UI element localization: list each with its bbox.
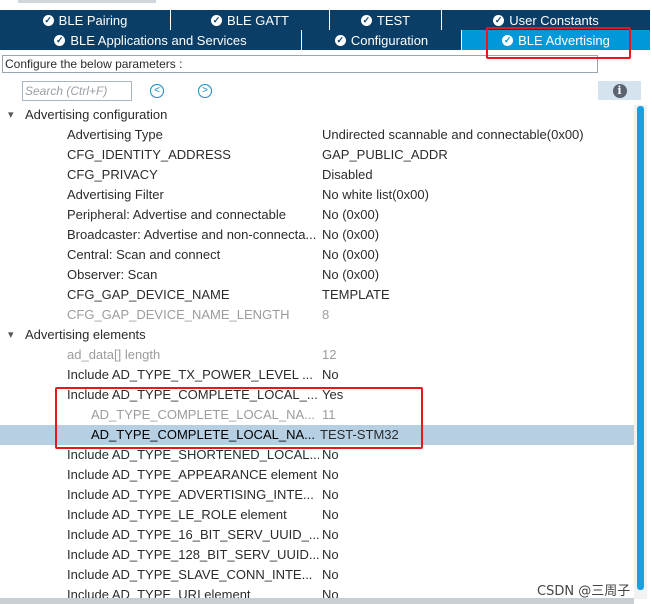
- tab-label: User Constants: [509, 12, 599, 28]
- tab-configuration[interactable]: ✓ Configuration: [302, 30, 462, 50]
- param-label: Advertising Type: [67, 127, 163, 142]
- search-input[interactable]: [22, 81, 132, 101]
- param-value[interactable]: No (0x00): [322, 245, 379, 265]
- tab-label: BLE GATT: [227, 12, 289, 28]
- parameter-tree: ▾ Advertising configuration Advertising …: [0, 105, 634, 599]
- param-label: Broadcaster: Advertise and non-connecta.…: [67, 227, 317, 242]
- highlight-box-local-name: [55, 387, 423, 449]
- param-value[interactable]: No (0x00): [322, 205, 379, 225]
- param-label: CFG_IDENTITY_ADDRESS: [67, 147, 231, 162]
- param-row[interactable]: Include AD_TYPE_16_BIT_SERV_UUID_... No: [0, 525, 634, 545]
- param-row: CFG_GAP_DEVICE_NAME_LENGTH 8: [0, 305, 634, 325]
- param-label: Include AD_TYPE_LE_ROLE element: [67, 507, 287, 522]
- watermark: CSDN @三周子: [537, 584, 631, 599]
- param-row[interactable]: Peripheral: Advertise and connectable No…: [0, 205, 634, 225]
- tab-label: BLE Pairing: [58, 12, 128, 28]
- param-label: Include AD_TYPE_TX_POWER_LEVEL ...: [67, 367, 313, 382]
- check-circle-icon: ✓: [211, 14, 223, 26]
- tab-ble-pairing[interactable]: ✓ BLE Pairing: [0, 10, 171, 30]
- param-value[interactable]: No: [322, 365, 339, 385]
- param-label: Include AD_TYPE_128_BIT_SERV_UUID...: [67, 547, 319, 562]
- param-value[interactable]: No: [322, 565, 339, 585]
- param-value: 12: [322, 347, 337, 362]
- param-row[interactable]: Advertising Filter No white list(0x00): [0, 185, 634, 205]
- param-label: Advertising Filter: [67, 187, 164, 202]
- param-row[interactable]: Include AD_TYPE_TX_POWER_LEVEL ... No: [0, 365, 634, 385]
- vertical-scrollbar-thumb[interactable]: [637, 106, 644, 590]
- param-label: Include AD_TYPE_APPEARANCE element: [67, 467, 318, 482]
- param-row[interactable]: Include AD_TYPE_ADVERTISING_INTE... No: [0, 485, 634, 505]
- param-value[interactable]: No (0x00): [322, 265, 379, 285]
- info-icon: i: [612, 83, 627, 98]
- param-label: CFG_GAP_DEVICE_NAME_LENGTH: [67, 307, 290, 322]
- param-value[interactable]: No: [322, 465, 339, 485]
- chevron-left-circle-icon[interactable]: <: [150, 84, 164, 98]
- param-label: CFG_GAP_DEVICE_NAME: [67, 287, 230, 302]
- highlight-box-ble-advertising: [486, 27, 631, 59]
- param-label: CFG_PRIVACY: [67, 167, 158, 182]
- param-value[interactable]: Undirected scannable and connectable(0x0…: [322, 125, 584, 145]
- param-row[interactable]: Observer: Scan No (0x00): [0, 265, 634, 285]
- param-value[interactable]: No (0x00): [322, 225, 379, 245]
- param-value[interactable]: No white list(0x00): [322, 185, 429, 205]
- check-circle-icon: ✓: [493, 14, 505, 26]
- param-label: Include AD_TYPE_URI element: [67, 587, 251, 599]
- param-value[interactable]: No: [322, 525, 339, 545]
- param-row[interactable]: Include AD_TYPE_LE_ROLE element No: [0, 505, 634, 525]
- check-circle-icon: ✓: [42, 14, 54, 26]
- category-label: Advertising elements: [25, 327, 146, 342]
- param-row[interactable]: CFG_IDENTITY_ADDRESS GAP_PUBLIC_ADDR: [0, 145, 634, 165]
- param-row[interactable]: Include AD_TYPE_APPEARANCE element No: [0, 465, 634, 485]
- param-value[interactable]: No: [322, 505, 339, 525]
- param-row[interactable]: Central: Scan and connect No (0x00): [0, 245, 634, 265]
- tree-category-advertising-configuration[interactable]: ▾ Advertising configuration: [0, 105, 634, 125]
- param-label: ad_data[] length: [67, 347, 161, 362]
- param-label: Include AD_TYPE_16_BIT_SERV_UUID_...: [67, 527, 319, 542]
- param-row[interactable]: Include AD_TYPE_128_BIT_SERV_UUID... No: [0, 545, 634, 565]
- param-label: Include AD_TYPE_SLAVE_CONN_INTE...: [67, 567, 313, 582]
- param-row: ad_data[] length 12: [0, 345, 634, 365]
- chevron-down-icon[interactable]: ▾: [8, 325, 14, 345]
- check-circle-icon: ✓: [360, 14, 372, 26]
- param-label: Observer: Scan: [67, 267, 158, 282]
- param-value[interactable]: Disabled: [322, 165, 373, 185]
- param-value[interactable]: No: [322, 585, 339, 599]
- param-row[interactable]: CFG_PRIVACY Disabled: [0, 165, 634, 185]
- tab-label: Configuration: [350, 32, 429, 48]
- check-circle-icon: ✓: [54, 34, 66, 46]
- param-label: Central: Scan and connect: [67, 247, 221, 262]
- chevron-right-circle-icon[interactable]: >: [198, 84, 212, 98]
- tab-test[interactable]: ✓ TEST: [330, 10, 442, 30]
- tree-category-advertising-elements[interactable]: ▾ Advertising elements: [0, 325, 634, 345]
- chevron-down-icon[interactable]: ▾: [8, 105, 14, 125]
- param-value[interactable]: GAP_PUBLIC_ADDR: [322, 145, 448, 165]
- info-button[interactable]: i: [598, 81, 641, 100]
- check-circle-icon: ✓: [334, 34, 346, 46]
- tab-ble-gatt[interactable]: ✓ BLE GATT: [171, 10, 330, 30]
- param-row[interactable]: Broadcaster: Advertise and non-connecta.…: [0, 225, 634, 245]
- category-label: Advertising configuration: [25, 107, 168, 122]
- param-row[interactable]: Advertising Type Undirected scannable an…: [0, 125, 634, 145]
- param-label: Peripheral: Advertise and connectable: [67, 207, 286, 222]
- tab-label: BLE Applications and Services: [70, 32, 247, 48]
- param-value[interactable]: No: [322, 485, 339, 505]
- param-value: 8: [322, 307, 330, 322]
- param-row[interactable]: CFG_GAP_DEVICE_NAME TEMPLATE: [0, 285, 634, 305]
- param-value[interactable]: No: [322, 545, 339, 565]
- top-edge-piece: [18, 0, 156, 3]
- param-label: Include AD_TYPE_ADVERTISING_INTE...: [67, 487, 314, 502]
- tab-ble-applications-services[interactable]: ✓ BLE Applications and Services: [0, 30, 302, 50]
- param-value[interactable]: TEMPLATE: [322, 285, 390, 305]
- tab-label: TEST: [376, 12, 411, 28]
